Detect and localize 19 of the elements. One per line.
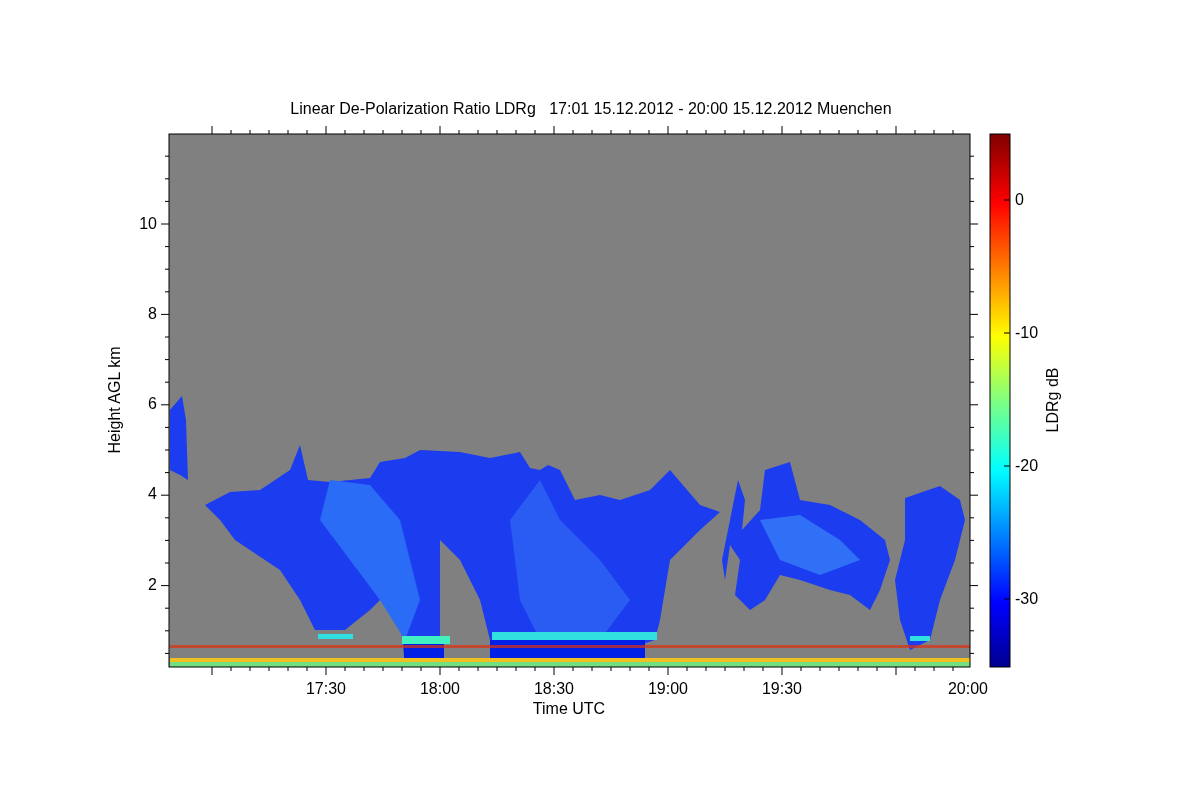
x-axis-label: Time UTC [532,700,606,717]
y-tick-label: 6 [148,395,157,412]
y-tick-label: 4 [148,485,157,502]
x-tick-label: 20:00 [948,680,988,697]
x-tick-label: 18:00 [420,680,460,697]
chart-title: Linear De-Polarization Ratio LDRg 17:01 15.12.2012 - 20:00 15.12.2012 Muenchen [290,100,892,117]
colorbar-label: LDRg dB [1044,367,1061,433]
colorbar-tick-label: -10 [1015,324,1039,341]
y-tick-label: 2 [148,576,157,593]
colorbar-tick-label: -30 [1015,590,1039,607]
x-tick-label: 17:30 [306,680,346,697]
y-tick-label: 8 [148,305,157,322]
colorbar-tick-label: 0 [1015,191,1024,208]
colorbar-tick-label: -20 [1015,457,1039,474]
x-tick-label: 19:30 [762,680,802,697]
y-axis-label: Height AGL km [106,346,123,454]
x-tick-label: 19:00 [648,680,688,697]
y-tick-label: 10 [139,215,157,232]
x-tick-label: 18:30 [534,680,574,697]
